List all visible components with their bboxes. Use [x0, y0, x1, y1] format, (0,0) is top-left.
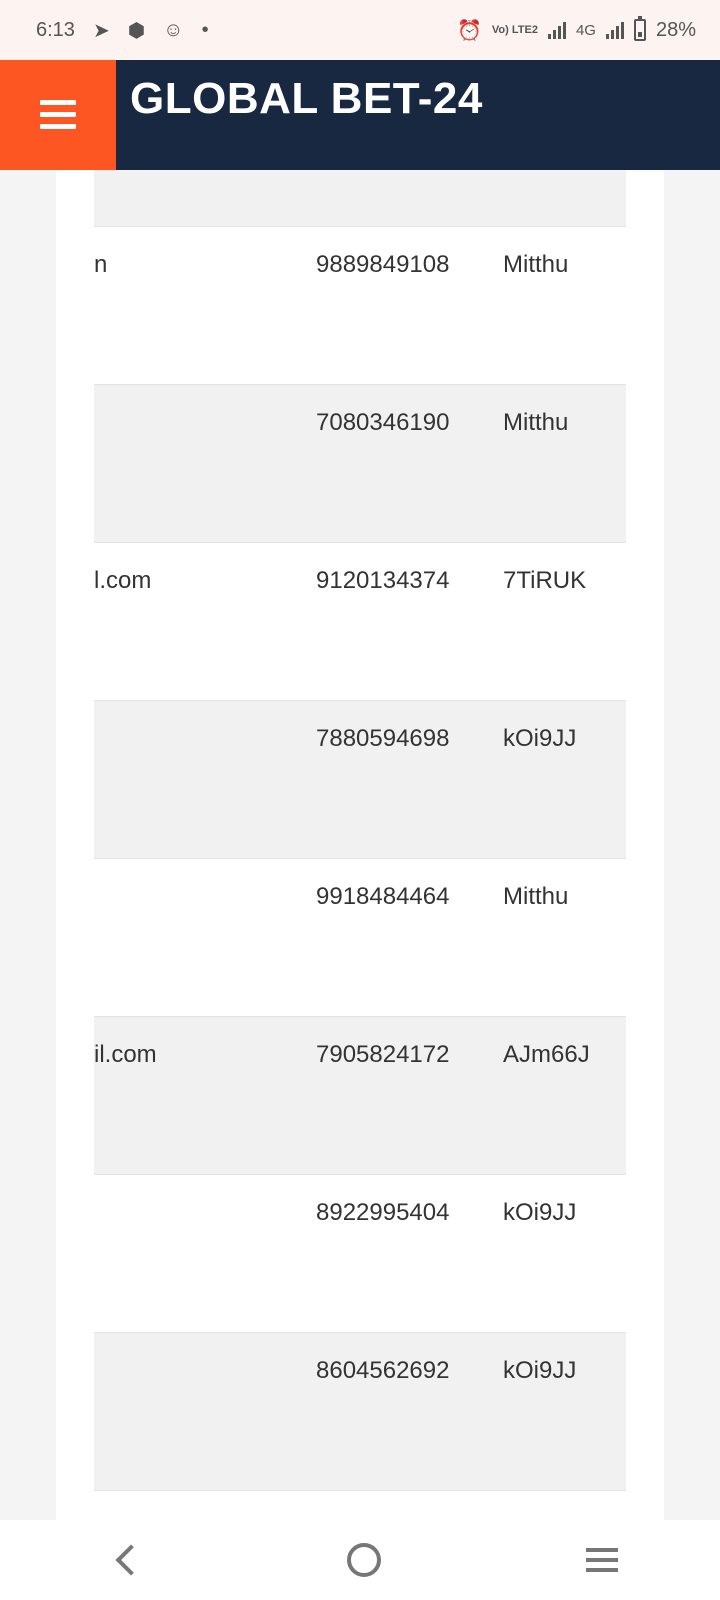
phone-cell: 7905824172: [316, 1041, 450, 1068]
table-row[interactable]: 7080346190Mitthu7: [94, 384, 626, 542]
referral-cell: kOi9JJ: [503, 1199, 577, 1226]
table-row[interactable]: il.com7905824172AJm66J3: [94, 1016, 626, 1174]
referral-cell: AJm66J: [503, 1041, 590, 1068]
table-row[interactable]: 9918484464Mitthu7: [94, 858, 626, 1016]
swiggy-icon: ⬢: [127, 19, 146, 42]
referral-cell: 7TiRUK: [503, 567, 587, 594]
phone-cell: 8604562692: [316, 1357, 450, 1384]
navigation-bar: [0, 1520, 720, 1600]
referral-cell: Mitthu: [503, 251, 569, 278]
battery-percent: 28%: [655, 18, 696, 41]
referral-cell: kOi9JJ: [503, 725, 577, 752]
signal-icon-2: [605, 21, 624, 39]
status-time: 6:13: [36, 18, 75, 41]
users-table: n9889849108Mitthu77080346190Mitthu7l.com…: [94, 170, 626, 1520]
content-card: n9889849108Mitthu77080346190Mitthu7l.com…: [56, 170, 664, 1520]
phone-cell: 9120134374: [316, 567, 450, 594]
recents-icon[interactable]: [585, 1548, 618, 1572]
signal-icon: [547, 21, 566, 39]
phone-cell: 8922995404: [316, 1199, 450, 1226]
table-row[interactable]: [94, 1490, 626, 1520]
menu-button[interactable]: [0, 60, 116, 170]
table-row[interactable]: 7880594698kOi9JJ1: [94, 700, 626, 858]
person-icon: ☺: [163, 18, 184, 41]
users-table-viewport[interactable]: n9889849108Mitthu77080346190Mitthu7l.com…: [94, 170, 626, 1520]
table-row[interactable]: 8922995404kOi9JJ1: [94, 1174, 626, 1332]
table-row[interactable]: n9889849108Mitthu7: [94, 226, 626, 384]
phone-cell: 9889849108: [316, 251, 450, 278]
phone-cell: 7080346190: [316, 409, 450, 436]
battery-icon: [633, 16, 646, 41]
dot-icon: •: [201, 18, 209, 41]
referral-cell: Mitthu: [503, 883, 569, 910]
table-row[interactable]: 8604562692kOi9JJ1: [94, 1332, 626, 1490]
email-cell: l.com: [94, 567, 152, 594]
status-right: ⏰ Vo) LTE2 4G 28%: [457, 16, 696, 43]
volte-label: Vo) LTE2: [491, 23, 538, 36]
phone-cell: 9918484464: [316, 883, 450, 910]
home-icon[interactable]: [346, 1543, 381, 1577]
app-title: GLOBAL BET-24: [130, 74, 483, 123]
status-bar: 6:13 ➤ ⬢ ☺ • ⏰ Vo) LTE2 4G 28%: [0, 0, 720, 60]
app-header: GLOBAL BET-24: [0, 60, 720, 170]
table-row[interactable]: l.com91201343747TiRUK3: [94, 542, 626, 700]
status-left: 6:13 ➤ ⬢ ☺ •: [36, 18, 209, 43]
telegram-icon: ➤: [92, 19, 110, 42]
referral-cell: kOi9JJ: [503, 1357, 577, 1384]
alarm-icon: ⏰: [457, 19, 482, 42]
phone-cell: 7880594698: [316, 725, 450, 752]
email-cell: n: [94, 251, 108, 278]
network-label: 4G: [575, 21, 596, 39]
back-icon[interactable]: [115, 1544, 147, 1576]
referral-cell: Mitthu: [503, 409, 569, 436]
table-row[interactable]: [94, 170, 626, 226]
email-cell: il.com: [94, 1041, 157, 1068]
